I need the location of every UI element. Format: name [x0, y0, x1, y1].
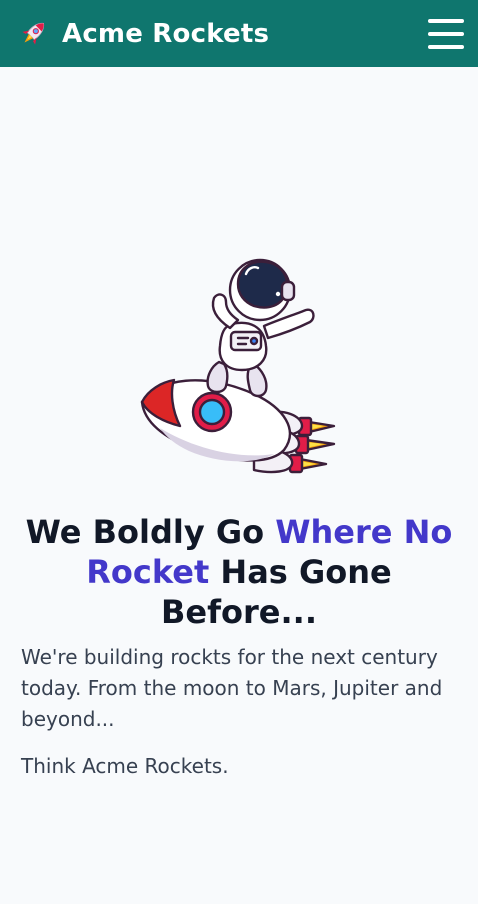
astronaut-riding-rocket-illustration — [140, 258, 336, 474]
menu-bar — [428, 44, 464, 49]
hero-copy: We're building rockts for the next centu… — [0, 642, 478, 782]
navbar: Acme Rockets — [0, 0, 478, 67]
hero-section: We Boldly Go Where No Rocket Has Gone Be… — [0, 67, 478, 782]
headline-text: We Boldly Go — [25, 513, 276, 551]
hero-paragraph: We're building rockts for the next centu… — [21, 645, 443, 731]
menu-bar — [428, 18, 464, 23]
rocket-icon — [22, 22, 45, 45]
brand[interactable]: Acme Rockets — [16, 17, 269, 51]
hero-tagline: Think Acme Rockets. — [21, 754, 229, 778]
hero-headline: We Boldly Go Where No Rocket Has Gone Be… — [19, 512, 459, 632]
menu-bar — [428, 31, 464, 36]
brand-title: Acme Rockets — [62, 18, 270, 49]
hamburger-menu-button[interactable] — [428, 18, 464, 49]
